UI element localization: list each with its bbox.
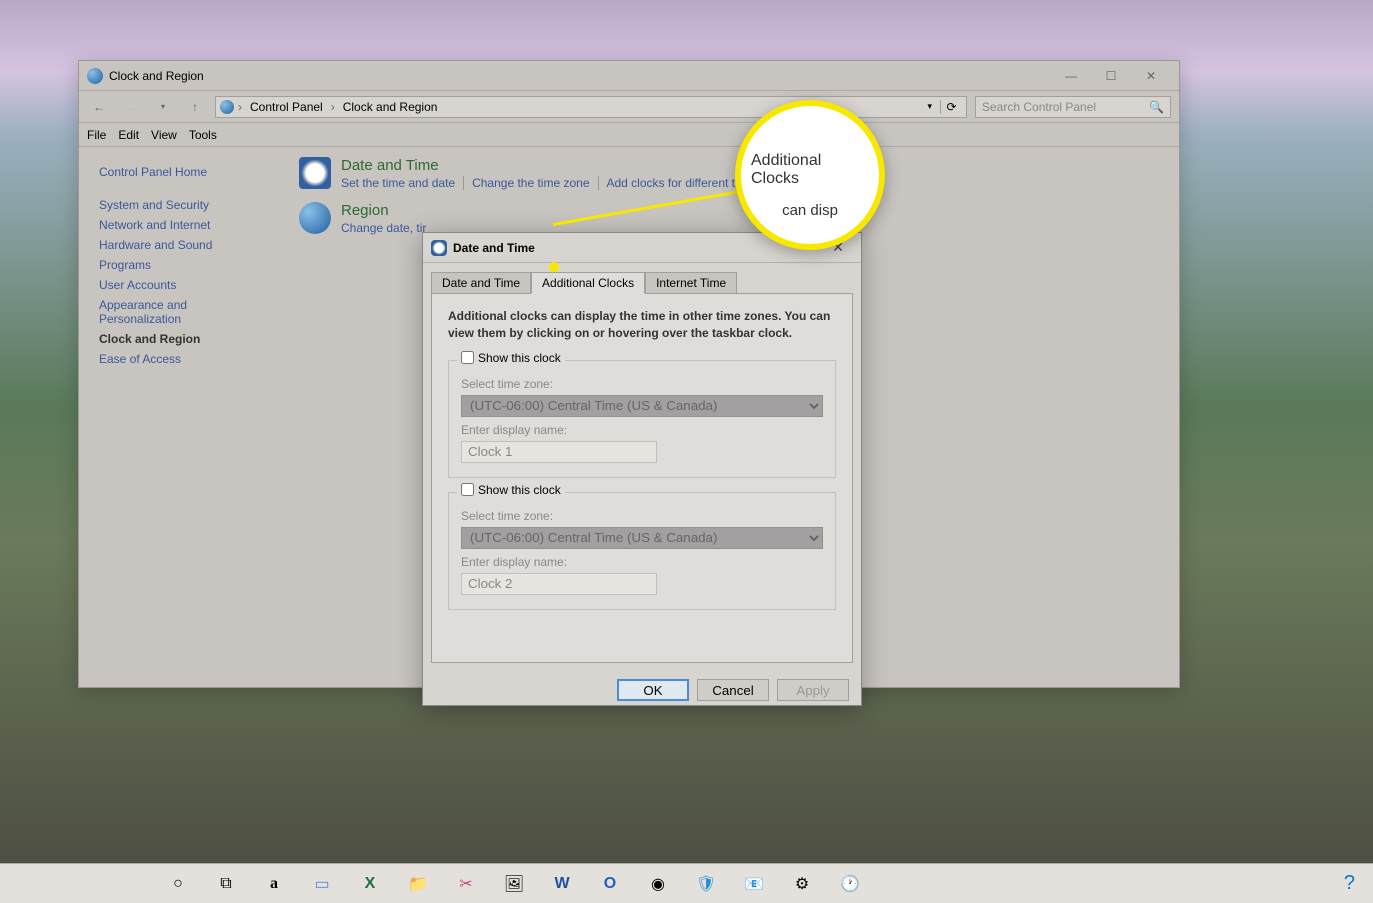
breadcrumb-dropdown[interactable]: ▾	[923, 101, 936, 112]
datetime-app-icon[interactable]: 🕐	[832, 868, 868, 900]
search-icon: 🔍	[1149, 100, 1164, 114]
link-change-format[interactable]: Change date, tir	[341, 221, 434, 235]
excel-icon[interactable]: X	[352, 868, 388, 900]
section-heading[interactable]: Date and Time	[341, 157, 743, 174]
callout-dot	[549, 262, 559, 272]
show-clock-1-checkbox[interactable]	[461, 351, 474, 364]
sidebar: Control Panel Home System and Security N…	[79, 147, 279, 687]
sidebar-item-hardware[interactable]: Hardware and Sound	[89, 235, 269, 255]
globe-icon	[87, 68, 103, 84]
breadcrumb-item[interactable]: Control Panel	[246, 100, 327, 114]
window-titlebar[interactable]: Clock and Region — ☐ ✕	[79, 61, 1179, 91]
dialog-button-row: OK Cancel Apply	[423, 671, 861, 709]
history-dropdown[interactable]: ▾	[151, 95, 175, 119]
show-clock-2-checkbox[interactable]	[461, 483, 474, 496]
up-button[interactable]: ↑	[183, 95, 207, 119]
datetime-dialog: Date and Time ✕ Date and Time Additional…	[422, 232, 862, 706]
ok-button[interactable]: OK	[617, 679, 689, 701]
amazon-icon[interactable]: a	[256, 868, 292, 900]
tab-datetime[interactable]: Date and Time	[431, 272, 531, 294]
defender-icon[interactable]: 🛡	[688, 868, 724, 900]
snip-icon[interactable]: ✂	[448, 868, 484, 900]
screenshot-icon[interactable]: ▭	[304, 868, 340, 900]
search-placeholder: Search Control Panel	[982, 100, 1096, 114]
settings-icon[interactable]: ⚙	[784, 868, 820, 900]
chevron-icon: ›	[238, 100, 242, 114]
sidebar-item-users[interactable]: User Accounts	[89, 275, 269, 295]
close-button[interactable]: ✕	[1131, 63, 1171, 89]
clock-group-2: Show this clock Select time zone: (UTC-0…	[448, 492, 836, 610]
name-label: Enter display name:	[461, 423, 823, 437]
menu-view[interactable]: View	[151, 128, 177, 142]
section-datetime: Date and Time Set the time and date Chan…	[299, 157, 1159, 190]
outlook-icon[interactable]: O	[592, 868, 628, 900]
chevron-icon: ›	[331, 100, 335, 114]
sidebar-item-ease[interactable]: Ease of Access	[89, 349, 269, 369]
clock-name-1-input[interactable]	[461, 441, 657, 463]
task-view-icon[interactable]: ⧉	[208, 868, 244, 900]
refresh-button[interactable]: ⟳	[940, 100, 962, 114]
clock-icon	[299, 157, 331, 189]
minimize-button[interactable]: —	[1051, 63, 1091, 89]
link-change-tz[interactable]: Change the time zone	[472, 176, 598, 190]
tab-additional-clocks[interactable]: Additional Clocks	[531, 272, 645, 294]
callout-zoom: Additional Clocks can disp	[735, 100, 885, 250]
section-region: Region Change date, tir	[299, 202, 1159, 235]
sidebar-item-clock[interactable]: Clock and Region	[89, 329, 269, 349]
link-set-time[interactable]: Set the time and date	[341, 176, 464, 190]
menu-file[interactable]: File	[87, 128, 106, 142]
dialog-title: Date and Time	[453, 241, 823, 255]
explorer-icon[interactable]: 📁	[400, 868, 436, 900]
tz-select-2[interactable]: (UTC-06:00) Central Time (US & Canada)	[461, 527, 823, 549]
dialog-tabs: Date and Time Additional Clocks Internet…	[423, 263, 861, 293]
callout-text: Additional Clocks	[751, 152, 869, 188]
sidebar-home[interactable]: Control Panel Home	[89, 165, 269, 179]
window-title: Clock and Region	[109, 69, 1051, 83]
sidebar-item-system[interactable]: System and Security	[89, 195, 269, 215]
nav-bar: ← → ▾ ↑ › Control Panel › Clock and Regi…	[79, 91, 1179, 123]
checkbox-label[interactable]: Show this clock	[478, 351, 561, 365]
callout-subtext: can disp	[782, 202, 838, 219]
name-label: Enter display name:	[461, 555, 823, 569]
tz-label: Select time zone:	[461, 509, 823, 523]
forward-button[interactable]: →	[119, 95, 143, 119]
tz-select-1[interactable]: (UTC-06:00) Central Time (US & Canada)	[461, 395, 823, 417]
tz-label: Select time zone:	[461, 377, 823, 391]
globe-icon	[299, 202, 331, 234]
sidebar-item-network[interactable]: Network and Internet	[89, 215, 269, 235]
help-icon[interactable]: ?	[1344, 872, 1355, 895]
word-icon[interactable]: W	[544, 868, 580, 900]
sidebar-item-programs[interactable]: Programs	[89, 255, 269, 275]
cancel-button[interactable]: Cancel	[697, 679, 769, 701]
tab-internet-time[interactable]: Internet Time	[645, 272, 737, 294]
clock-group-1: Show this clock Select time zone: (UTC-0…	[448, 360, 836, 478]
search-input[interactable]: Search Control Panel 🔍	[975, 96, 1171, 118]
maximize-button[interactable]: ☐	[1091, 63, 1131, 89]
taskbar[interactable]: ○ ⧉ a ▭ X 📁 ✂ 🖼 W O ◉ 🛡 📧 ⚙ 🕐 ?	[0, 863, 1373, 903]
globe-icon	[220, 100, 234, 114]
back-button[interactable]: ←	[87, 95, 111, 119]
section-heading[interactable]: Region	[341, 202, 434, 219]
link-add-clocks[interactable]: Add clocks for different t	[607, 176, 744, 190]
dialog-description: Additional clocks can display the time i…	[448, 308, 836, 342]
clock-name-2-input[interactable]	[461, 573, 657, 595]
dialog-panel: Additional clocks can display the time i…	[431, 293, 853, 663]
menu-bar: File Edit View Tools	[79, 123, 1179, 147]
sidebar-item-appearance[interactable]: Appearance and Personalization	[89, 295, 209, 329]
breadcrumb-item[interactable]: Clock and Region	[339, 100, 442, 114]
menu-tools[interactable]: Tools	[189, 128, 217, 142]
cortana-icon[interactable]: ○	[160, 868, 196, 900]
clock-icon	[431, 240, 447, 256]
menu-edit[interactable]: Edit	[118, 128, 139, 142]
apply-button[interactable]: Apply	[777, 679, 849, 701]
checkbox-label[interactable]: Show this clock	[478, 483, 561, 497]
mail-icon[interactable]: 📧	[736, 868, 772, 900]
photos-icon[interactable]: 🖼	[496, 868, 532, 900]
chrome-icon[interactable]: ◉	[640, 868, 676, 900]
